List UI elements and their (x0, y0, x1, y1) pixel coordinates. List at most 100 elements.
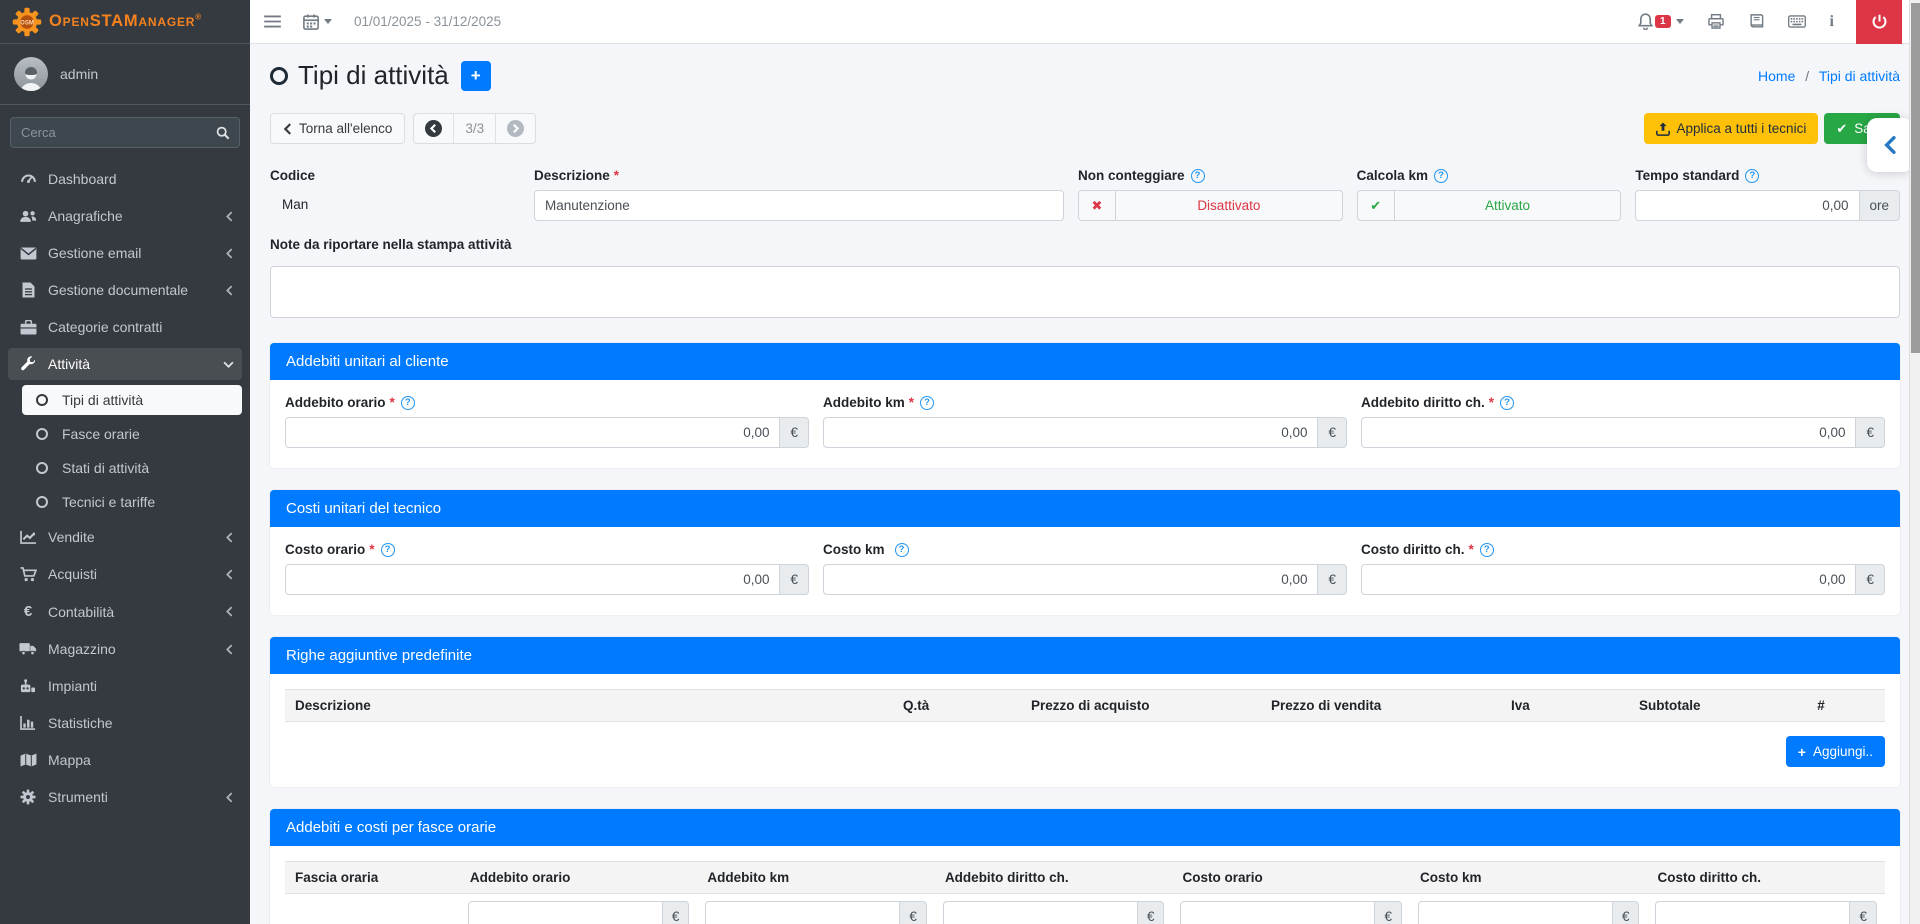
printer-icon (1708, 14, 1724, 29)
next-record-button[interactable] (496, 114, 535, 143)
addebito-orario-input[interactable] (285, 417, 780, 448)
print-button[interactable] (1708, 14, 1724, 29)
calcola-km-toggle[interactable]: ✔ Attivato (1357, 190, 1622, 221)
document-icon (16, 282, 40, 298)
currency-addon: € (1375, 901, 1402, 924)
fascia-addebito-diritto-input[interactable] (943, 901, 1138, 924)
sidebar-item-contabilita[interactable]: € Contabilità (8, 595, 242, 628)
docs-button[interactable] (1748, 14, 1764, 29)
costo-km-input[interactable] (823, 564, 1318, 595)
page-content: Tipi di attività + Home / Tipi di attivi… (250, 44, 1920, 924)
sidebar-item-tipi-di-attivita[interactable]: Tipi di attività (22, 385, 242, 415)
currency-addon: € (1318, 564, 1347, 595)
new-record-button[interactable]: + (461, 61, 491, 91)
fascia-costo-km-input[interactable] (1418, 901, 1613, 924)
sidebar-item-vendite[interactable]: Vendite (8, 521, 242, 553)
hamburger-icon (264, 15, 281, 28)
help-icon[interactable]: ? (895, 543, 909, 557)
fascia-addebito-km-input[interactable] (705, 901, 900, 924)
search-button[interactable] (207, 117, 240, 148)
info-button[interactable]: i (1830, 13, 1834, 31)
truck-icon (16, 642, 40, 656)
sidebar-item-categorie-contratti[interactable]: Categorie contratti (8, 311, 242, 343)
add-row-button[interactable]: + Aggiungi.. (1786, 736, 1885, 767)
prev-record-button[interactable] (414, 114, 453, 143)
help-icon[interactable]: ? (920, 396, 934, 410)
column-header: Addebito km (697, 862, 935, 894)
record-pager: 3/3 (413, 113, 536, 144)
briefcase-icon (16, 320, 40, 335)
addebito-diritto-input[interactable] (1361, 417, 1856, 448)
apply-to-all-technicians-button[interactable]: Applica a tutti i tecnici (1644, 113, 1819, 144)
chevron-left-icon (225, 248, 234, 259)
sidebar-item-attivita[interactable]: Attività (8, 348, 242, 380)
user-panel[interactable]: admin (0, 44, 250, 105)
sidebar-item-anagrafiche[interactable]: Anagrafiche (8, 200, 242, 232)
help-icon[interactable]: ? (401, 396, 415, 410)
sidebar-item-mappa[interactable]: Mappa (8, 744, 242, 776)
panel-header: Addebiti unitari al cliente (270, 343, 1900, 380)
costo-diritto-input[interactable] (1361, 564, 1856, 595)
column-header: # (1757, 690, 1885, 722)
sidebar-item-tecnici-e-tariffe[interactable]: Tecnici e tariffe (22, 487, 242, 517)
calendar-dropdown-button[interactable] (303, 14, 332, 30)
chevron-left-icon (225, 211, 234, 222)
sidebar-item-statistiche[interactable]: Statistiche (8, 707, 242, 739)
sidebar-toggle-button[interactable] (264, 15, 281, 28)
fasce-table: Fascia oraria Addebito orario Addebito k… (285, 861, 1885, 924)
fascia-oraria-cell (285, 894, 460, 924)
notification-badge: 1 (1655, 15, 1671, 28)
calcola-km-state: Attivato (1395, 191, 1621, 220)
breadcrumb-home-link[interactable]: Home (1758, 68, 1795, 84)
wrench-icon (16, 356, 40, 372)
back-to-list-button[interactable]: Torna all'elenco (270, 113, 405, 144)
record-type-icon (270, 67, 288, 85)
fascia-addebito-orario-input[interactable] (468, 901, 663, 924)
search-input[interactable] (10, 117, 207, 148)
help-icon[interactable]: ? (1500, 396, 1514, 410)
costo-km-label: Costo km? (823, 542, 1347, 557)
logout-button[interactable] (1856, 0, 1902, 44)
map-icon (16, 753, 40, 767)
fascia-costo-orario-input[interactable] (1180, 901, 1375, 924)
users-icon (16, 209, 40, 224)
sidebar-item-acquisti[interactable]: Acquisti (8, 558, 242, 590)
costo-orario-input[interactable] (285, 564, 780, 595)
calcola-km-label: Calcola km? (1357, 168, 1622, 183)
column-header: Subtotale (1629, 690, 1757, 722)
help-icon[interactable]: ? (1745, 169, 1759, 183)
note-textarea[interactable] (270, 266, 1900, 318)
descrizione-label: Descrizione* (534, 168, 1064, 183)
non-conteggiare-toggle[interactable]: ✖ Disattivato (1078, 190, 1343, 221)
breadcrumb-current-link[interactable]: Tipi di attività (1819, 68, 1900, 84)
scrollbar-thumb[interactable] (1911, 3, 1920, 353)
brand-name: OpenSTAManager® (49, 12, 202, 31)
shortcuts-button[interactable] (1788, 15, 1806, 28)
codice-label: Codice (270, 168, 520, 183)
descrizione-input[interactable] (534, 190, 1064, 221)
tempo-standard-input[interactable] (1635, 190, 1859, 221)
plus-icon: + (1798, 744, 1806, 760)
circle-icon (30, 394, 54, 406)
page-scrollbar[interactable] (1909, 0, 1920, 924)
addebito-km-input[interactable] (823, 417, 1318, 448)
notifications-button[interactable]: 1 (1638, 13, 1684, 30)
help-icon[interactable]: ? (1191, 169, 1205, 183)
sidebar-item-dashboard[interactable]: Dashboard (8, 162, 242, 195)
sidebar-item-magazzino[interactable]: Magazzino (8, 633, 242, 665)
calendar-icon (303, 14, 319, 30)
sidebar-item-strumenti[interactable]: Strumenti (8, 781, 242, 813)
sidebar-item-stati-di-attivita[interactable]: Stati di attività (22, 453, 242, 483)
help-icon[interactable]: ? (381, 543, 395, 557)
circle-icon (30, 496, 54, 508)
right-panel-toggle[interactable] (1867, 118, 1913, 172)
fascia-costo-diritto-input[interactable] (1655, 901, 1850, 924)
brand-link[interactable]: OSM OpenSTAManager® (0, 0, 250, 44)
sidebar-item-gestione-email[interactable]: Gestione email (8, 237, 242, 269)
sidebar-item-fasce-orarie[interactable]: Fasce orarie (22, 419, 242, 449)
sidebar-item-impianti[interactable]: Impianti (8, 670, 242, 702)
help-icon[interactable]: ? (1434, 169, 1448, 183)
keyboard-icon (1788, 15, 1806, 28)
sidebar-item-gestione-documentale[interactable]: Gestione documentale (8, 274, 242, 306)
help-icon[interactable]: ? (1480, 543, 1494, 557)
